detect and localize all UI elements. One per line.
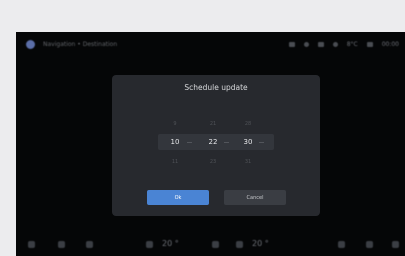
temp-up-icon[interactable]	[236, 241, 243, 248]
picker-next-hour[interactable]: 11	[165, 159, 185, 165]
bluetooth-icon	[303, 41, 309, 47]
temp-down-icon[interactable]	[146, 241, 153, 248]
status-indicators: 8°C 00:00	[288, 32, 399, 56]
picker-next-minute[interactable]: 23	[203, 159, 223, 165]
picker-prev-hour[interactable]: 9	[165, 121, 185, 127]
right-temperature[interactable]: 20 °	[252, 239, 269, 248]
volume-icon[interactable]	[338, 241, 345, 248]
infotainment-screen: Navigation • Destination 8°C 00:00 Sched…	[16, 32, 405, 256]
signal-icon	[317, 41, 324, 47]
person-icon[interactable]	[366, 241, 373, 248]
location-icon	[332, 41, 338, 47]
schedule-update-dialog: Schedule update 9 21 28 10 22 30 11 23 3…	[112, 75, 320, 216]
time-picker[interactable]: 9 21 28 10 22 30 11 23 31	[158, 112, 274, 172]
dialog-title: Schedule update	[184, 83, 248, 92]
picker-prev-second[interactable]: 28	[238, 121, 258, 127]
phone-icon[interactable]	[86, 241, 93, 248]
picker-row-prev[interactable]: 9 21 28	[158, 116, 274, 132]
picker-row-selected[interactable]: 10 22 30	[158, 134, 274, 150]
apps-icon[interactable]	[58, 241, 65, 248]
home-icon[interactable]	[28, 241, 35, 248]
picker-prev-minute[interactable]: 21	[203, 121, 223, 127]
picker-second[interactable]: 30	[238, 138, 258, 146]
status-clock: 00:00	[381, 40, 399, 48]
settings-icon[interactable]	[392, 241, 399, 248]
ok-button[interactable]: Ok	[147, 190, 209, 205]
picker-minute[interactable]: 22	[203, 138, 223, 146]
app-logo-icon	[26, 39, 35, 49]
fan-icon[interactable]	[212, 241, 219, 248]
left-temperature[interactable]: 20 °	[162, 239, 179, 248]
picker-next-second[interactable]: 31	[238, 159, 258, 165]
wifi-icon	[288, 41, 295, 47]
profile-icon[interactable]	[366, 41, 373, 47]
status-temp: 8°C	[346, 40, 358, 48]
picker-separator	[187, 142, 192, 143]
status-bar: Navigation • Destination 8°C 00:00	[16, 32, 405, 56]
picker-row-next[interactable]: 11 23 31	[158, 154, 274, 170]
picker-hour[interactable]: 10	[165, 138, 185, 146]
status-title: Navigation • Destination	[43, 40, 118, 48]
cancel-button[interactable]: Cancel	[224, 190, 286, 205]
picker-separator	[224, 142, 229, 143]
picker-separator	[259, 142, 264, 143]
bottom-bar: 20 ° 20 °	[16, 234, 405, 256]
